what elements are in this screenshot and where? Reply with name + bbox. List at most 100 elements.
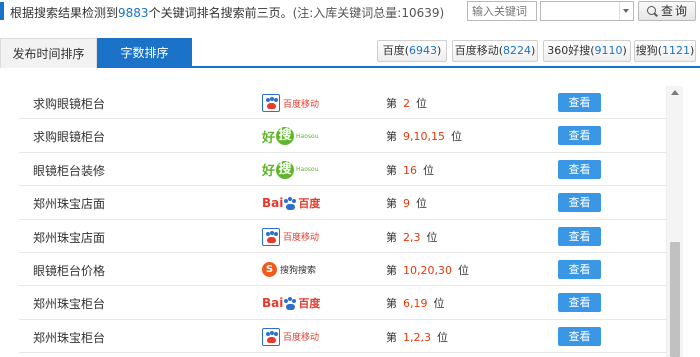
view-button[interactable]: 查看 bbox=[558, 259, 601, 279]
summary-prefix: 根据搜索结果检测到 bbox=[10, 6, 119, 20]
baidu-paw-icon bbox=[262, 327, 280, 346]
logo-text: Bai bbox=[262, 196, 284, 211]
rank-cell: 第 2,3 位 bbox=[386, 229, 438, 245]
engine-name: 搜狗 bbox=[635, 44, 658, 57]
keyword-cell: 求购眼镜柜台 bbox=[33, 130, 106, 145]
rank-suffix: 位 bbox=[433, 297, 445, 311]
scrollbar[interactable] bbox=[666, 86, 683, 357]
rank-positions: 9,10,15 bbox=[403, 130, 445, 144]
rank-cell: 第2位 bbox=[386, 95, 427, 111]
search-icon bbox=[647, 6, 656, 15]
table-row: 郑州珠宝柜台 百度移动 第 1,2,3 位 查看 bbox=[19, 320, 666, 354]
rank-positions: 2,3 bbox=[403, 230, 421, 244]
keyword-count: 9883 bbox=[118, 6, 149, 20]
sort-tab-bar: 发布时间排序 字数排序 百度(6943) 百度移动(8224) 360好搜(91… bbox=[0, 38, 700, 68]
engine-count: 8224 bbox=[503, 44, 531, 57]
baidu-paw-icon bbox=[284, 296, 297, 310]
baidu-mobile-logo-icon: 百度移动 bbox=[262, 93, 342, 113]
rank-positions: 16 bbox=[403, 163, 417, 177]
rank-prefix: 第 bbox=[386, 197, 397, 211]
keyword-cell: 眼镜柜台装修 bbox=[33, 163, 106, 178]
logo-text: 搜 bbox=[276, 160, 295, 179]
rank-suffix: 位 bbox=[451, 130, 462, 144]
sogou-logo-icon: S 搜狗搜索 bbox=[262, 260, 342, 280]
engine-count: 1121 bbox=[662, 44, 690, 57]
rank-prefix: 第 bbox=[386, 130, 397, 144]
rank-prefix: 第 bbox=[386, 263, 397, 277]
results-summary-bar: 根据搜索结果检测到9883个关键词排名搜索前三页。(注:入库关键词总量:1063… bbox=[0, 0, 700, 24]
keyword-cell: 郑州珠宝柜台 bbox=[33, 330, 106, 345]
chevron-down-icon bbox=[623, 9, 629, 13]
tab-sort-by-word-count[interactable]: 字数排序 bbox=[97, 38, 192, 68]
baidu-logo-icon: Bai 百度 bbox=[262, 193, 342, 213]
logo-text: 搜 bbox=[276, 127, 295, 146]
summary-suffix: 个关键词排名搜索前三页。 bbox=[148, 6, 293, 20]
haosou-logo-icon: 好 搜 Haosou bbox=[262, 160, 342, 180]
engine-filter-baidu[interactable]: 百度(6943) bbox=[377, 40, 447, 62]
table-row: 求购眼镜柜台 百度移动 第 2 位 查看 bbox=[19, 86, 666, 120]
baidu-mobile-logo-icon: 百度移动 bbox=[262, 227, 342, 247]
engine-filter-sogou[interactable]: 搜狗(1121) bbox=[634, 40, 696, 62]
rank-positions: 9 bbox=[403, 197, 410, 211]
engine-name: 360好搜 bbox=[547, 44, 591, 57]
engine-name: 百度移动 bbox=[454, 44, 499, 57]
view-button[interactable]: 查看 bbox=[558, 226, 601, 246]
rank-cell: 第 9,10,15 位 bbox=[386, 128, 462, 144]
table-row: 眼镜柜台价格 S 搜狗搜索 第 10,20,30 位 查看 bbox=[19, 253, 666, 287]
keyword-select[interactable] bbox=[540, 1, 634, 21]
baidu-paw-icon bbox=[262, 227, 280, 246]
keyword-cell: 郑州珠宝店面 bbox=[33, 197, 106, 212]
scroll-up-arrow-icon[interactable] bbox=[671, 90, 679, 95]
rank-cell: 第9位 bbox=[386, 195, 427, 211]
logo-text: Haosou bbox=[296, 166, 319, 174]
logo-text: 好 bbox=[262, 130, 276, 146]
scrollbar-thumb[interactable] bbox=[670, 242, 680, 357]
engine-filter-baidu-mobile[interactable]: 百度移动(8224) bbox=[452, 40, 538, 62]
logo-text: 百度移动 bbox=[283, 333, 320, 344]
engine-filter-360[interactable]: 360好搜(9110) bbox=[543, 40, 631, 62]
keyword-cell: 郑州珠宝柜台 bbox=[33, 297, 106, 312]
summary-note: (注:入库关键词总量:10639) bbox=[292, 6, 445, 20]
tab-sort-by-time[interactable]: 发布时间排序 bbox=[0, 38, 97, 68]
logo-text: Haosou bbox=[296, 132, 319, 140]
baidu-paw-icon bbox=[284, 196, 297, 210]
rank-suffix: 位 bbox=[423, 163, 434, 177]
rank-prefix: 第 bbox=[386, 163, 397, 177]
baidu-mobile-logo-icon: 百度移动 bbox=[262, 327, 342, 347]
view-button[interactable]: 查看 bbox=[558, 193, 601, 213]
logo-text: 好 bbox=[262, 164, 276, 180]
rank-positions: 2 bbox=[403, 97, 410, 110]
logo-text: S bbox=[262, 262, 277, 278]
view-button[interactable]: 查看 bbox=[558, 326, 601, 346]
rank-cell: 第 1,2,3 位 bbox=[386, 329, 448, 345]
rank-suffix: 位 bbox=[457, 263, 469, 277]
rank-cell: 第 16 位 bbox=[386, 162, 434, 178]
view-button[interactable]: 查看 bbox=[558, 159, 601, 179]
rank-cell: 第 6,19 位 bbox=[386, 295, 445, 311]
engine-count: 6943 bbox=[409, 44, 437, 57]
ranking-table: 求购眼镜柜台 百度移动第 2 位查看 求购眼镜柜台 好 搜 Haosou 第 9,10,1… bbox=[19, 86, 666, 354]
view-button[interactable]: 查看 bbox=[558, 126, 601, 146]
keyword-search-input[interactable] bbox=[467, 1, 537, 21]
rank-positions: 10,20,30 bbox=[403, 263, 452, 277]
table-row: 郑州珠宝柜台 Bai 百度 第 6,19 位 查看 bbox=[19, 286, 666, 320]
results-summary: 根据搜索结果检测到9883个关键词排名搜索前三页。(注:入库关键词总量:1063… bbox=[10, 4, 444, 21]
engine-name: 百度 bbox=[382, 44, 405, 57]
accent-bar bbox=[0, 2, 4, 20]
table-row: 郑州珠宝店面 百度移动 第 2,3 位 查看 bbox=[19, 220, 666, 253]
table-row: 郑州珠宝店面 Bai 百度 第 9 位 查看 bbox=[19, 186, 666, 220]
baidu-logo-icon: Bai 百度 bbox=[262, 293, 342, 313]
haosou-logo-icon: 好 搜 Haosou bbox=[262, 126, 342, 146]
view-button[interactable]: 查看 bbox=[558, 93, 601, 112]
rank-suffix: 位 bbox=[416, 97, 427, 110]
select-arrow-box[interactable] bbox=[619, 2, 633, 20]
rank-prefix: 第 bbox=[386, 330, 397, 344]
table-row: 求购眼镜柜台 好 搜 Haosou 第 9,10,15 位 查看 bbox=[19, 119, 666, 153]
logo-text: Bai bbox=[262, 296, 284, 311]
view-button[interactable]: 查看 bbox=[558, 293, 601, 313]
keyword-cell: 眼镜柜台价格 bbox=[33, 263, 106, 278]
table-row: 眼镜柜台装修 好 搜 Haosou 第 16 位 查看 bbox=[19, 153, 666, 187]
logo-text: 百度移动 bbox=[283, 99, 320, 110]
rank-suffix: 位 bbox=[416, 197, 427, 211]
search-button[interactable]: 查询 bbox=[638, 1, 696, 21]
